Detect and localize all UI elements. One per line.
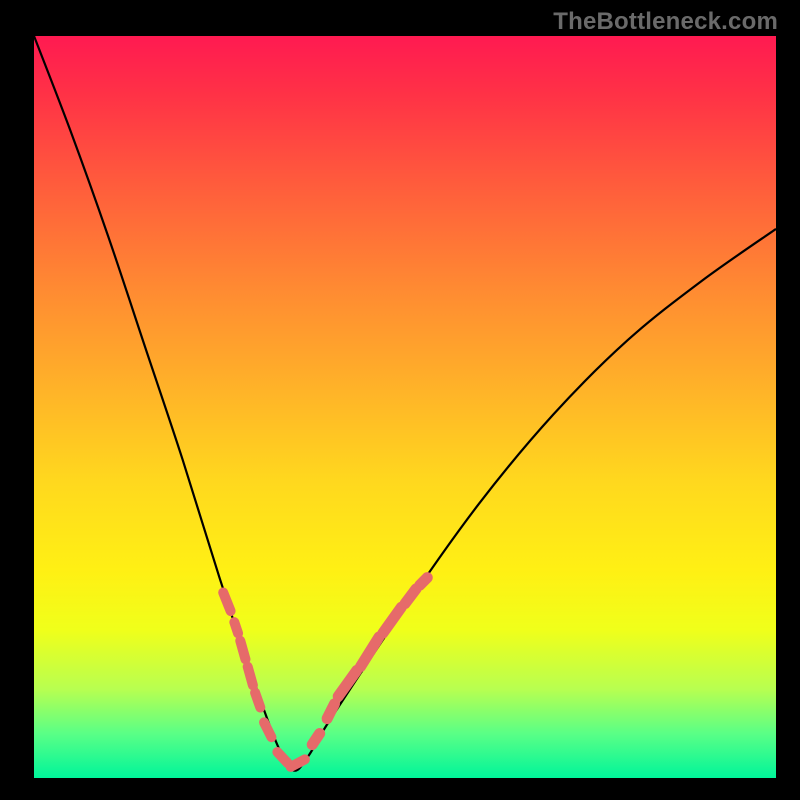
watermark-text: TheBottleneck.com xyxy=(553,8,778,36)
highlight-seg xyxy=(338,670,357,696)
chart-frame: TheBottleneck.com xyxy=(0,0,800,800)
highlight-seg xyxy=(240,641,245,660)
highlight-seg xyxy=(248,667,253,686)
highlight-seg xyxy=(312,733,319,744)
bottleneck-curve xyxy=(34,36,776,771)
plot-area xyxy=(34,36,776,778)
chart-svg xyxy=(34,36,776,778)
highlight-seg xyxy=(291,759,305,766)
highlight-seg xyxy=(234,622,238,633)
highlight-seg xyxy=(255,693,260,708)
highlight-seg xyxy=(277,752,287,763)
highlight-segments xyxy=(223,578,427,767)
highlight-seg xyxy=(327,704,334,719)
highlight-seg xyxy=(420,578,427,585)
highlight-seg xyxy=(383,607,402,633)
highlight-seg xyxy=(360,637,379,667)
highlight-seg xyxy=(223,593,230,612)
highlight-seg xyxy=(264,722,271,737)
highlight-seg xyxy=(405,589,416,604)
